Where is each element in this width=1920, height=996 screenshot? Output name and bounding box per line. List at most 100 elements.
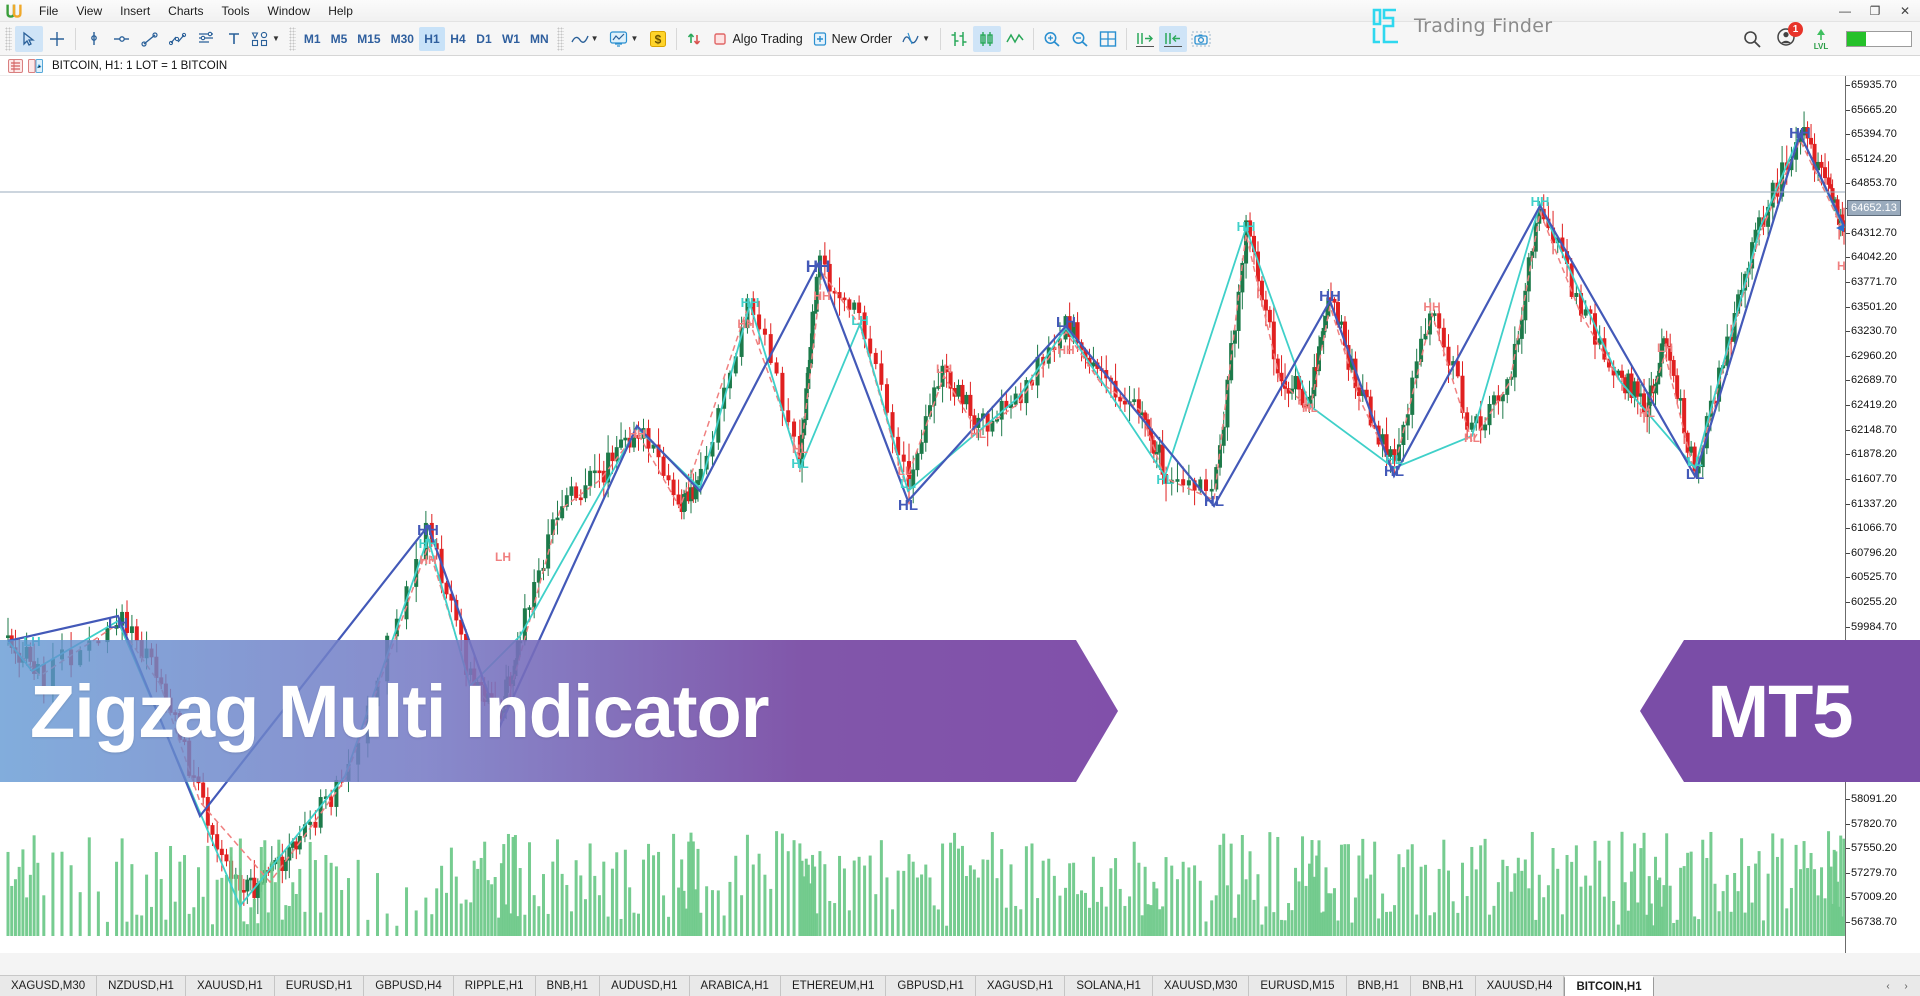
timeframe-h4[interactable]: H4 (445, 27, 471, 51)
chart-tab[interactable]: SOLANA,H1 (1065, 976, 1153, 996)
chart-tab[interactable]: XAUUSD,H1 (185, 976, 275, 996)
algo-trading-button[interactable]: Algo Trading (709, 26, 808, 52)
price-tick: 60255.20 (1846, 596, 1897, 608)
price-tick: 65394.70 (1846, 128, 1897, 140)
templates-dropdown-caret[interactable]: ▼ (922, 34, 930, 43)
data-window-icon[interactable] (28, 58, 43, 73)
chart-symbol-label: BITCOIN, H1: 1 LOT = 1 BITCOIN (52, 59, 228, 72)
shapes-icon[interactable]: ▼ (248, 26, 286, 52)
timeframe-w1[interactable]: W1 (497, 27, 525, 51)
new-order-icon (813, 31, 826, 46)
timeframe-mn[interactable]: MN (525, 27, 554, 51)
horizontal-line-icon[interactable] (108, 26, 136, 52)
price-tick: 58091.20 (1846, 793, 1897, 805)
chart-tab[interactable]: NZDUSD,H1 (97, 976, 186, 996)
account-button[interactable]: 1 (1776, 21, 1803, 52)
toolbar-grip[interactable] (5, 26, 12, 51)
swing-label-hh: HH (1319, 288, 1341, 305)
search-icon[interactable] (1742, 29, 1762, 49)
zoom-out-icon[interactable] (1066, 26, 1094, 52)
polyline-icon[interactable] (164, 26, 192, 52)
swing-label-hh: HH (419, 553, 436, 567)
new-order-button[interactable]: New Order (809, 26, 898, 52)
timeframe-m5[interactable]: M5 (326, 27, 353, 51)
swing-label-hh: HH (1789, 125, 1811, 142)
bar-chart-icon[interactable] (945, 26, 973, 52)
menu-item-help[interactable]: Help (319, 2, 362, 20)
line-chart-dropdown-caret[interactable]: ▼ (591, 34, 599, 43)
chart-tab[interactable]: GBPUSD,H4 (364, 976, 454, 996)
cursor-arrow-icon[interactable] (15, 25, 43, 52)
swing-label-hh: HH (741, 295, 760, 310)
timeframe-m1[interactable]: M1 (299, 27, 326, 51)
tab-scroll-left[interactable]: ‹ (1880, 978, 1896, 994)
menu-item-charts[interactable]: Charts (159, 2, 212, 20)
chart-tab[interactable]: XAUUSD,H4 (1475, 976, 1565, 996)
close-button[interactable]: ✕ (1890, 0, 1920, 22)
menu-item-file[interactable]: File (30, 2, 67, 20)
chart-tab[interactable]: XAUUSD,M30 (1152, 976, 1250, 996)
price-tick: 63230.70 (1846, 325, 1897, 337)
tab-scroll-right[interactable]: › (1898, 978, 1914, 994)
toolbar-grip-timeframes[interactable] (288, 26, 296, 51)
minimize-button[interactable]: — (1830, 0, 1860, 22)
chart-tab[interactable]: EURUSD,H1 (274, 976, 365, 996)
chart-tab[interactable]: ARABICA,H1 (689, 976, 781, 996)
chart-canvas[interactable]: LH HH HH HL LH HL HH HL LL HH LH HH HH HL LH LL HL HH HL HH… (0, 76, 1845, 953)
fibonacci-icon[interactable] (192, 26, 220, 52)
lvl-icon[interactable]: LVL (1810, 27, 1832, 51)
toolbar-right-cluster: 1 LVL (1742, 21, 1912, 54)
toolbar-grip-charts[interactable] (556, 26, 564, 51)
banner-right: MT5 (1640, 640, 1920, 782)
maximize-button[interactable]: ❐ (1860, 0, 1890, 22)
chart-shift-icon[interactable] (1131, 26, 1159, 52)
chart-tab[interactable]: BNB,H1 (1411, 976, 1476, 996)
swing-label-hl: HL (1302, 401, 1318, 415)
mt5-window: File View Insert Charts Tools Window Hel… (0, 0, 1920, 996)
chart-tab[interactable]: EURUSD,M15 (1249, 976, 1347, 996)
menu-item-insert[interactable]: Insert (111, 2, 159, 20)
timeframe-d1[interactable]: D1 (471, 27, 497, 51)
chart-tab[interactable]: AUDUSD,H1 (600, 976, 690, 996)
chart-tab[interactable]: GBPUSD,H1 (886, 976, 976, 996)
current-price-label: 64652.13 (1847, 200, 1901, 217)
line-mode-icon[interactable] (1001, 26, 1029, 52)
auto-scroll-icon[interactable] (1159, 25, 1188, 52)
chart-tab[interactable]: XAGUSD,M30 (0, 976, 98, 996)
chart-tab[interactable]: BNB,H1 (1346, 976, 1412, 996)
timeframe-m30[interactable]: M30 (386, 27, 419, 51)
swing-label-hh: HH (1423, 300, 1440, 314)
arrows-up-down-icon[interactable] (681, 26, 709, 52)
indicators-icon[interactable]: ▼ (605, 26, 645, 52)
menu-item-tools[interactable]: Tools (213, 2, 259, 20)
timeframe-m15[interactable]: M15 (352, 27, 385, 51)
price-axis[interactable]: 65935.70 65665.20 65394.70 65124.20 64853.70… (1845, 76, 1920, 953)
vertical-line-icon[interactable] (80, 26, 108, 52)
candlestick-icon[interactable] (973, 25, 1002, 52)
price-tick: 62960.20 (1846, 350, 1897, 362)
chart-tab[interactable]: BNB,H1 (535, 976, 601, 996)
shapes-dropdown-caret[interactable]: ▼ (272, 34, 280, 43)
line-chart-icon[interactable]: ▼ (567, 26, 605, 52)
dollar-icon[interactable]: $ (644, 26, 672, 52)
templates-icon[interactable]: ▼ (898, 26, 936, 52)
chart-tab[interactable]: XAGUSD,H1 (975, 976, 1066, 996)
grid-icon[interactable] (1094, 26, 1122, 52)
brand-logo: Trading Finder (1365, 4, 1575, 48)
chart-properties-icon[interactable] (8, 58, 23, 73)
text-icon[interactable] (220, 26, 248, 52)
crosshair-icon[interactable] (43, 26, 71, 52)
timeframe-h1[interactable]: H1 (418, 26, 445, 51)
menu-item-window[interactable]: Window (259, 2, 320, 20)
chart-tab[interactable]: RIPPLE,H1 (453, 976, 536, 996)
banner-left: Zigzag Multi Indicator (0, 640, 1118, 782)
zoom-in-icon[interactable] (1038, 26, 1066, 52)
chart-tab[interactable]: BITCOIN,H1 (1564, 976, 1654, 996)
chart-tab[interactable]: ETHEREUM,H1 (780, 976, 887, 996)
chart-tabs-bar[interactable]: XAGUSD,M30 NZDUSD,H1 XAUUSD,H1 EURUSD,H1 GBP… (0, 975, 1920, 996)
trendline-icon[interactable] (136, 26, 164, 52)
menu-item-view[interactable]: View (67, 2, 111, 20)
screenshot-icon[interactable] (1187, 26, 1215, 52)
indicators-dropdown-caret[interactable]: ▼ (631, 34, 639, 43)
chart-area[interactable]: LH HH HH HL LH HL HH HL LL HH LH HH HH HL LH LL HL HH HL HH… (0, 76, 1920, 953)
